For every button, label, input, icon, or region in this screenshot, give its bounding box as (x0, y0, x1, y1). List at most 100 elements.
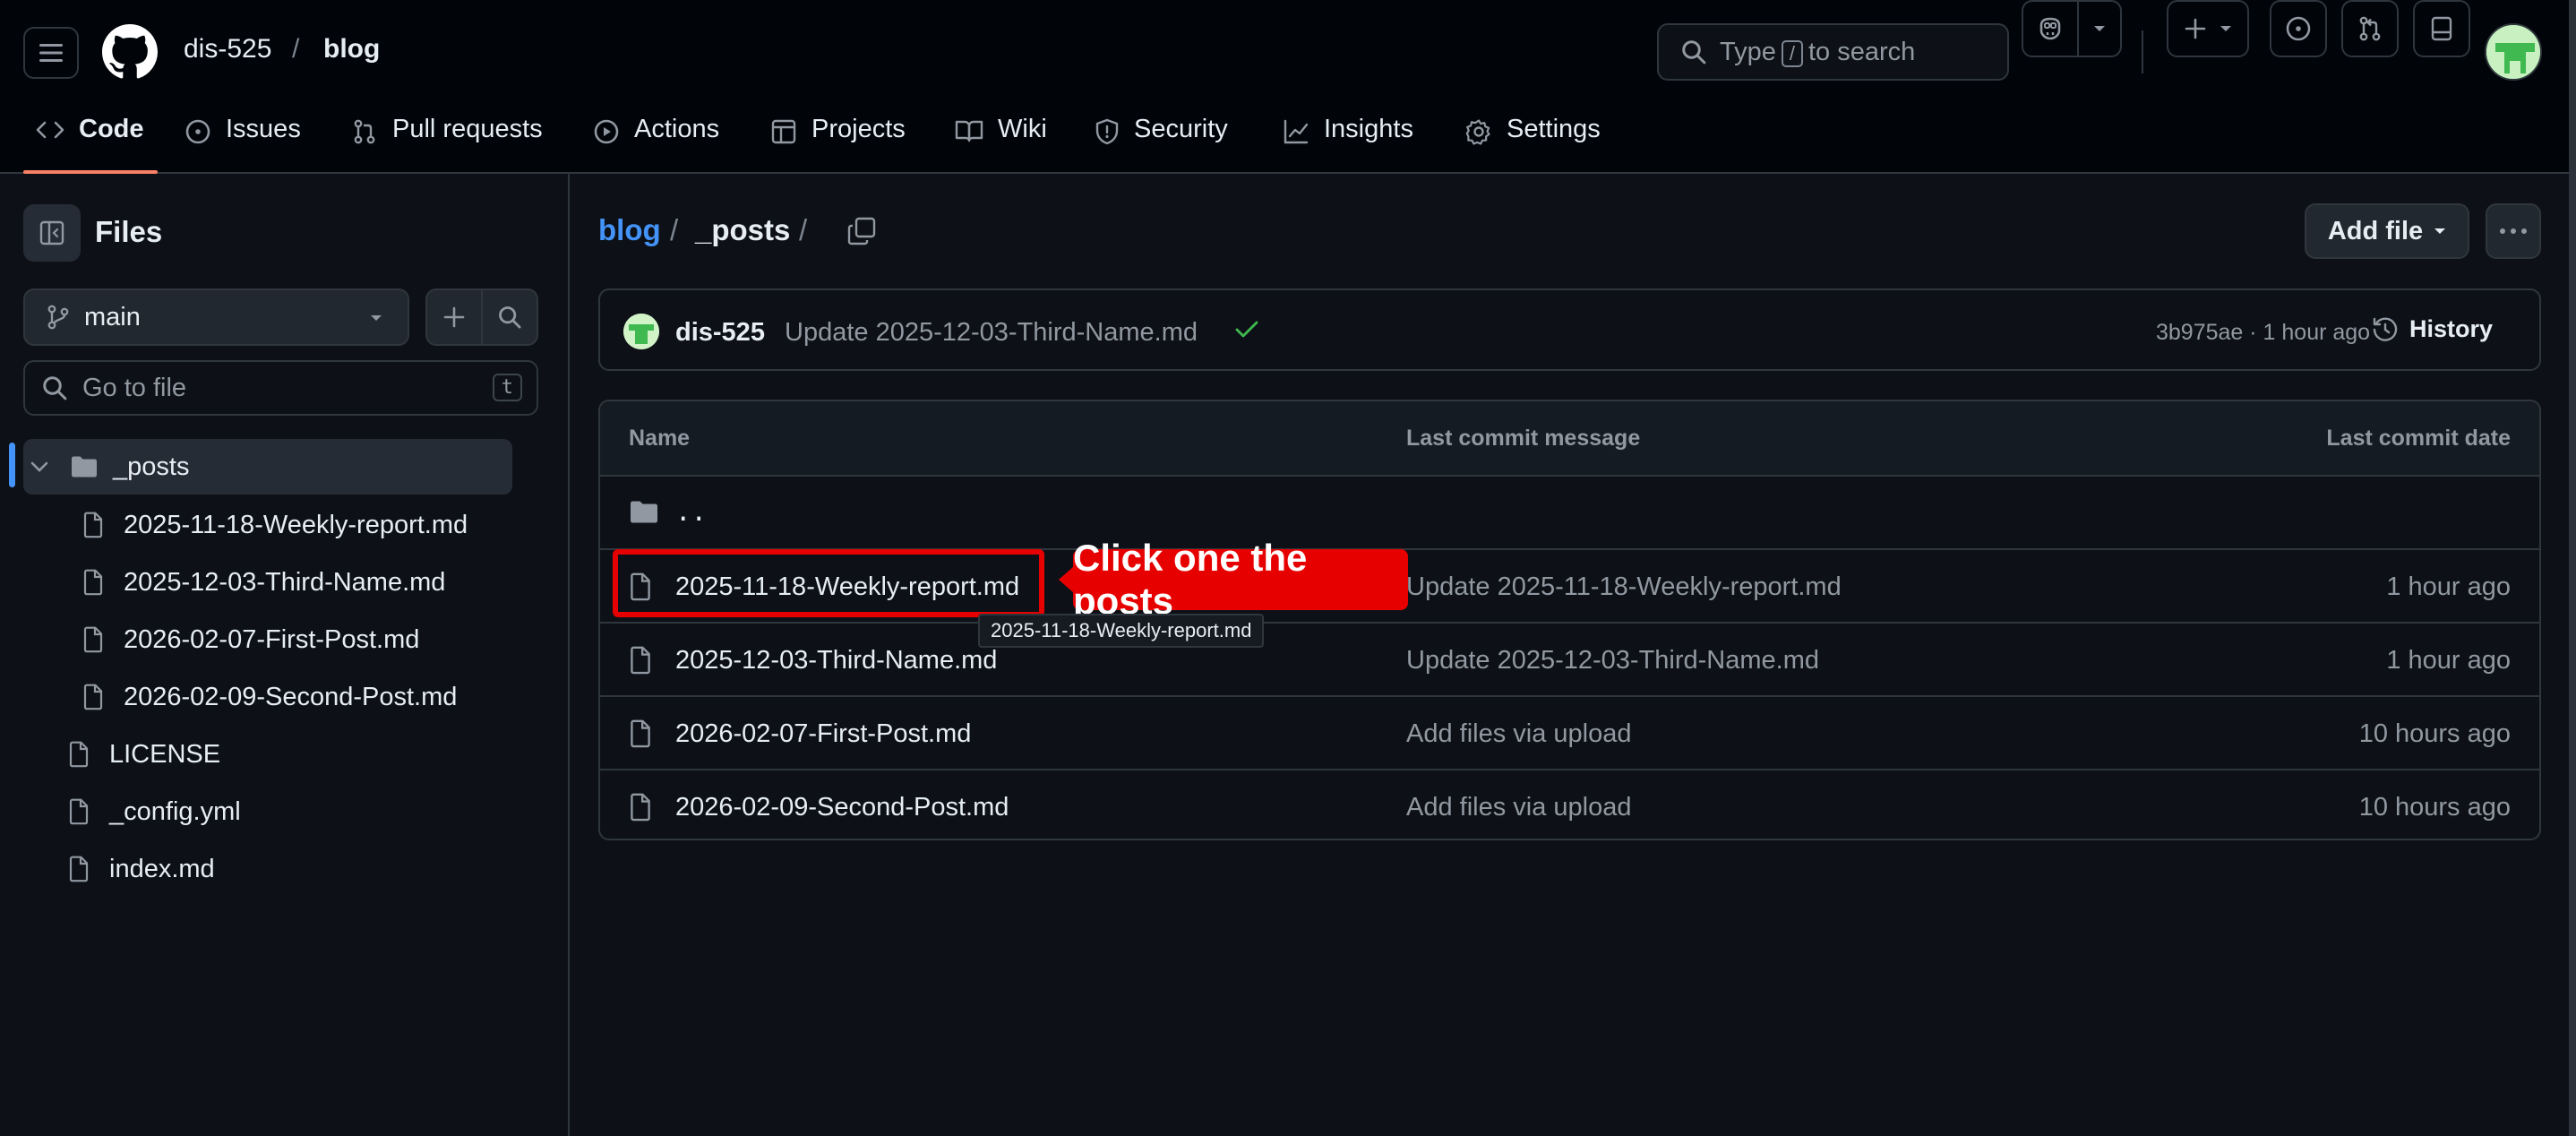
repo-nav: Code Issues Pull requests Actions Projec… (0, 106, 2576, 174)
tree-item-label: 2025-11-18-Weekly-report.md (124, 510, 468, 539)
tab-projects[interactable]: Projects (770, 106, 906, 174)
breadcrumb-current-folder: _posts (695, 213, 791, 246)
table-row[interactable]: 2026-02-09-Second-Post.md Add files via … (600, 770, 2539, 839)
parent-directory-link[interactable]: .. (675, 496, 707, 527)
commit-message-link[interactable]: Update 2025-11-18-Weekly-report.md (1406, 572, 1842, 602)
copy-path-button[interactable] (842, 211, 881, 251)
table-icon (771, 119, 796, 144)
commit-message-link[interactable]: Add files via upload (1406, 719, 1632, 749)
tab-settings[interactable]: Settings (1465, 106, 1601, 174)
tree-item-label: index.md (109, 854, 215, 883)
issue-icon (185, 119, 210, 144)
go-to-file-shortcut: t (492, 374, 522, 401)
commit-hash-time[interactable]: 3b975ae · 1 hour ago (2156, 320, 2370, 346)
inbox-icon (2431, 16, 2452, 41)
commit-author-avatar[interactable] (623, 314, 659, 349)
add-file-button[interactable]: Add file (2305, 203, 2469, 259)
branch-selector[interactable]: main (23, 288, 409, 346)
table-header: Name Last commit message Last commit dat… (600, 401, 2539, 477)
breadcrumb-repo-link[interactable]: blog (598, 213, 661, 247)
tree-file-license[interactable]: LICENSE (68, 727, 220, 782)
hamburger-icon (39, 44, 63, 62)
folder-open-icon (72, 456, 97, 478)
file-tree-sidebar: Files main Go to file t _posts 2025-11-1… (0, 174, 570, 1136)
copilot-icon (2039, 17, 2061, 40)
tree-file-config[interactable]: _config.yml (68, 784, 241, 839)
column-header-date: Last commit date (2326, 426, 2511, 451)
window-scrollbar[interactable] (2569, 0, 2576, 1136)
owner-link[interactable]: dis-525 (184, 34, 271, 65)
copilot-button[interactable] (2023, 2, 2079, 56)
commit-author[interactable]: dis-525 (675, 318, 765, 348)
history-button[interactable]: History (2372, 315, 2493, 343)
file-name-link[interactable]: 2026-02-07-First-Post.md (675, 719, 971, 749)
shield-icon (1095, 118, 1119, 145)
parent-directory-row[interactable]: .. (600, 477, 2539, 550)
user-avatar[interactable] (2485, 23, 2542, 81)
file-table: Name Last commit message Last commit dat… (598, 400, 2541, 840)
inbox-button[interactable] (2413, 0, 2470, 57)
tab-pull-requests[interactable]: Pull requests (351, 106, 543, 174)
commit-message-link[interactable]: Update 2025-12-03-Third-Name.md (785, 318, 1198, 348)
commit-date: 1 hour ago (2386, 572, 2511, 601)
table-row[interactable]: 2025-12-03-Third-Name.md Update 2025-12-… (600, 624, 2539, 697)
repo-link[interactable]: blog (323, 34, 380, 65)
search-placeholder: Type / to search (1720, 37, 1916, 67)
file-icon (69, 741, 89, 768)
go-to-file-input[interactable]: Go to file t (23, 360, 538, 416)
tree-folder-posts[interactable]: _posts (23, 439, 512, 495)
tab-issues[interactable]: Issues (185, 106, 301, 174)
file-icon (69, 856, 89, 882)
menu-button[interactable] (23, 27, 79, 79)
copilot-button-group[interactable] (2022, 0, 2122, 57)
git-branch-icon (47, 305, 69, 330)
issues-button[interactable] (2270, 0, 2327, 57)
search-files-button[interactable] (483, 290, 537, 344)
file-icon (631, 646, 650, 675)
latest-commit-bar: dis-525 Update 2025-12-03-Third-Name.md … (598, 288, 2541, 371)
column-header-name: Name (629, 426, 691, 451)
sidebar-collapse-icon (39, 220, 64, 245)
tab-wiki[interactable]: Wiki (955, 106, 1047, 174)
file-name-link[interactable]: 2025-12-03-Third-Name.md (675, 646, 997, 676)
plus-icon (2185, 18, 2206, 39)
collapse-sidebar-button[interactable] (23, 204, 81, 262)
more-options-button[interactable] (2486, 203, 2541, 259)
tree-file-third-name[interactable]: 2025-12-03-Third-Name.md (82, 555, 445, 610)
tab-insights[interactable]: Insights (1283, 106, 1413, 174)
table-row[interactable]: 2026-02-07-First-Post.md Add files via u… (600, 697, 2539, 770)
tree-selection-accent (9, 443, 15, 487)
annotation-highlight-box (613, 549, 1044, 617)
tab-code[interactable]: Code (36, 106, 144, 174)
breadcrumb-separator: / (799, 213, 808, 246)
caret-down-icon (371, 315, 382, 321)
tree-file-weekly-report[interactable]: 2025-11-18-Weekly-report.md (82, 497, 468, 553)
commit-message-link[interactable]: Update 2025-12-03-Third-Name.md (1406, 646, 1819, 676)
header-divider (2142, 30, 2143, 73)
github-logo-icon[interactable] (102, 24, 158, 80)
file-icon (631, 719, 650, 748)
search-input[interactable]: Type / to search (1657, 23, 2009, 81)
pull-requests-button[interactable] (2341, 0, 2399, 57)
commit-message-link[interactable]: Add files via upload (1406, 793, 1632, 822)
add-file-sidebar-button[interactable] (427, 290, 483, 344)
tree-item-label: 2026-02-09-Second-Post.md (124, 682, 458, 711)
app-header: dis-525 / blog Type / to search Code Iss… (0, 0, 2576, 174)
tab-actions[interactable]: Actions (593, 106, 719, 174)
code-icon (36, 121, 64, 139)
folder-icon (631, 501, 657, 523)
copy-icon (847, 217, 876, 245)
file-name-link[interactable]: 2026-02-09-Second-Post.md (675, 793, 1009, 822)
tab-security[interactable]: Security (1095, 106, 1228, 174)
tree-item-label: _posts (113, 452, 190, 481)
tree-file-first-post[interactable]: 2026-02-07-First-Post.md (82, 612, 419, 667)
tree-file-second-post[interactable]: 2026-02-09-Second-Post.md (82, 669, 457, 725)
create-new-button[interactable] (2167, 0, 2249, 57)
annotation-label: Click one the posts (1073, 537, 1408, 622)
sidebar-button-group (425, 288, 538, 346)
file-icon (631, 793, 650, 822)
go-to-file-placeholder: Go to file (82, 373, 187, 402)
tree-file-index[interactable]: index.md (68, 841, 215, 897)
issue-icon (2286, 16, 2311, 41)
copilot-dropdown[interactable] (2079, 2, 2120, 56)
